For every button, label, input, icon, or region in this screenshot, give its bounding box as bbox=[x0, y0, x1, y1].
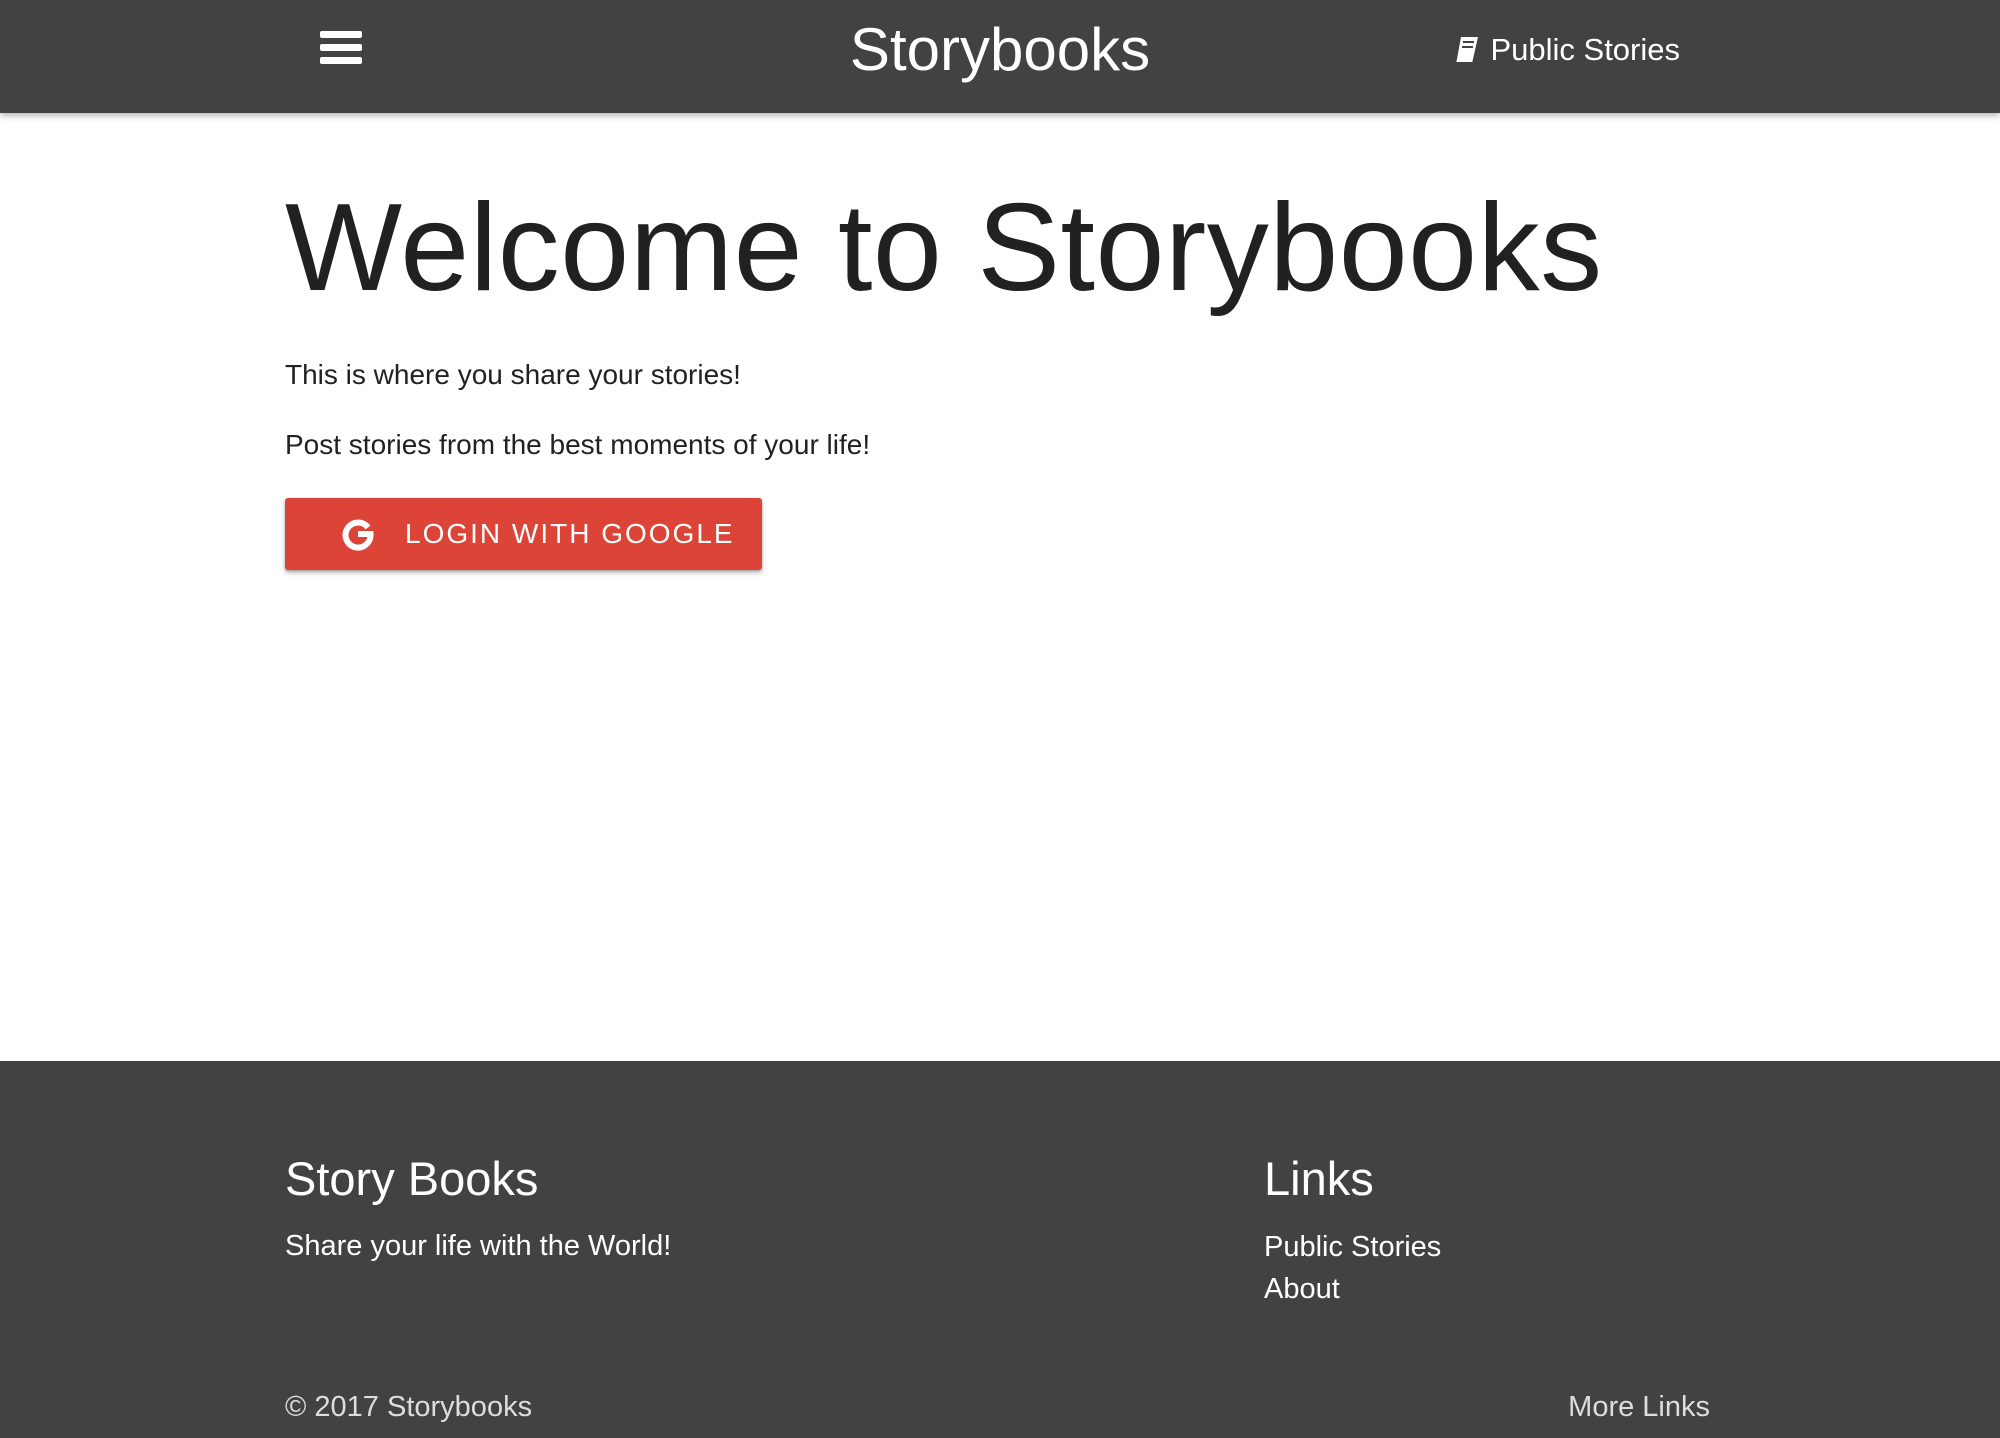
google-icon bbox=[342, 519, 374, 551]
footer-link-about[interactable]: About bbox=[1264, 1268, 1441, 1310]
nav-public-stories-label: Public Stories bbox=[1490, 32, 1680, 67]
brand-logo-container: Storybooks bbox=[0, 10, 2000, 90]
login-button-label: LOGIN WITH GOOGLE bbox=[405, 518, 735, 549]
page-title: Welcome to Storybooks bbox=[285, 179, 1603, 317]
page-footer: Story Books Share your life with the Wor… bbox=[0, 1061, 2000, 1438]
nav-public-stories-link[interactable]: Public Stories bbox=[1454, 28, 1680, 72]
book-icon bbox=[1456, 37, 1479, 62]
footer-copyright: © 2017 Storybooks bbox=[285, 1391, 533, 1423]
footer-tagline: Share your life with the World! bbox=[285, 1230, 672, 1262]
footer-brand-title: Story Books bbox=[285, 1152, 539, 1205]
intro-text-1: This is where you share your stories! bbox=[285, 359, 741, 390]
login-with-google-button[interactable]: LOGIN WITH GOOGLE bbox=[285, 498, 762, 570]
footer-links-list: Public Stories About bbox=[1264, 1226, 1441, 1310]
footer-link-public-stories[interactable]: Public Stories bbox=[1264, 1226, 1441, 1268]
brand-logo[interactable]: Storybooks bbox=[850, 16, 1150, 83]
intro-text-2: Post stories from the best moments of yo… bbox=[285, 429, 871, 460]
hamburger-menu-icon[interactable] bbox=[316, 26, 370, 72]
footer-links-title: Links bbox=[1264, 1152, 1374, 1205]
footer-more-links[interactable]: More Links bbox=[1568, 1387, 1710, 1427]
top-navbar: Storybooks Public Stories bbox=[0, 0, 2000, 113]
